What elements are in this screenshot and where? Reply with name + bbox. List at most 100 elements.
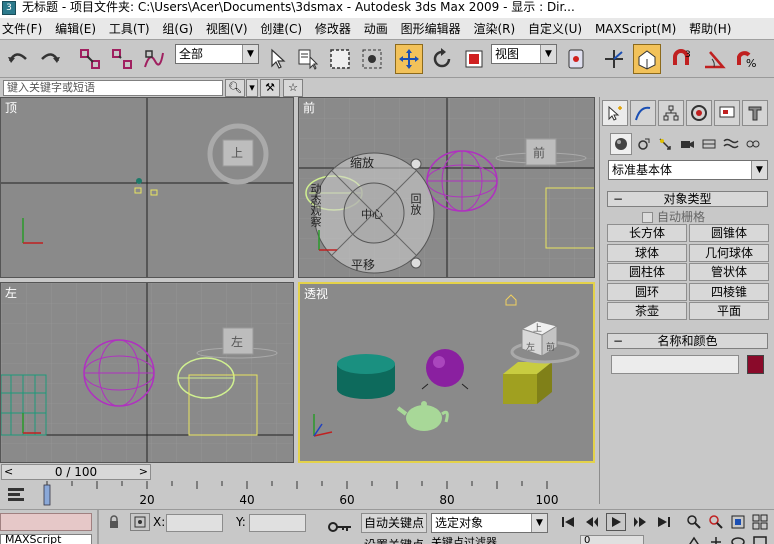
viewport-label-front[interactable]: 前 — [303, 99, 315, 116]
time-slider[interactable]: < 0 / 100 > — [0, 463, 599, 481]
hierarchy-tab-icon[interactable] — [658, 100, 684, 126]
play-icon[interactable] — [606, 513, 626, 531]
modify-tab-icon[interactable] — [630, 100, 656, 126]
auto-key-button[interactable]: 自动关键点 — [361, 513, 427, 533]
search-icon[interactable]: 🔍︎ — [225, 79, 245, 97]
wheel-center-label[interactable]: 中心 — [361, 206, 383, 222]
current-frame-field[interactable]: 0 — [580, 535, 644, 544]
pivot-center-icon[interactable] — [562, 44, 590, 74]
orbit-icon[interactable] — [728, 533, 748, 544]
favorites-star-icon[interactable]: ☆ — [283, 79, 303, 97]
menu-file[interactable]: 文件(F) — [0, 18, 49, 40]
redo-icon[interactable] — [36, 44, 64, 74]
menu-graph-editors[interactable]: 图形编辑器 — [399, 18, 468, 40]
previous-frame-icon[interactable] — [582, 513, 602, 531]
wheel-orbit-label[interactable]: 动态观察 — [307, 183, 323, 227]
teapot-button[interactable]: 茶壶 — [607, 302, 687, 320]
zoom-all-icon[interactable] — [706, 513, 726, 531]
percent-snap-icon[interactable]: % — [732, 44, 760, 74]
create-tab-icon[interactable] — [602, 100, 628, 126]
sphere-button[interactable]: 球体 — [607, 244, 687, 262]
track-bar[interactable]: 20 40 60 80 100 — [0, 481, 774, 509]
geometry-category-icon[interactable] — [610, 133, 632, 155]
select-and-manipulate-icon[interactable] — [600, 44, 628, 74]
object-category-dropdown[interactable]: 标准基本体 ▼ — [608, 160, 768, 180]
viewcube-persp-top-face[interactable]: 上 — [533, 321, 542, 334]
search-dropdown-icon[interactable]: ▾ — [246, 79, 258, 97]
home-icon[interactable] — [505, 294, 517, 306]
select-and-link-icon[interactable] — [76, 44, 104, 74]
communication-center-icon[interactable]: ⚒ — [260, 79, 280, 97]
snaps-toggle-icon[interactable]: 3 — [668, 44, 696, 74]
viewport-perspective[interactable]: 透视 上 左 前 — [298, 282, 595, 463]
bind-to-space-warp-icon[interactable] — [140, 44, 168, 74]
key-icon[interactable] — [326, 518, 354, 536]
lock-selection-icon[interactable] — [104, 513, 124, 531]
zoom-extents-icon[interactable] — [728, 513, 748, 531]
select-and-scale-icon[interactable] — [460, 44, 488, 74]
torus-button[interactable]: 圆环 — [607, 283, 687, 301]
wheel-zoom-label[interactable]: 缩放 — [350, 154, 374, 171]
box-button[interactable]: 长方体 — [607, 224, 687, 242]
viewcube-persp-front-face[interactable]: 前 — [546, 340, 555, 353]
systems-category-icon[interactable] — [742, 133, 764, 155]
display-tab-icon[interactable] — [714, 100, 740, 126]
next-frame-icon[interactable]: > — [139, 465, 148, 479]
plane-button[interactable]: 平面 — [689, 302, 769, 320]
menu-group[interactable]: 组(G) — [160, 18, 200, 40]
object-type-rollout[interactable]: − 对象类型 — [607, 191, 768, 207]
lights-category-icon[interactable] — [654, 133, 676, 155]
go-to-end-icon[interactable] — [654, 513, 674, 531]
keyboard-shortcut-override-icon[interactable] — [633, 44, 661, 74]
cameras-category-icon[interactable] — [676, 133, 698, 155]
absolute-transform-icon[interactable] — [130, 513, 150, 531]
cylinder-button[interactable]: 圆柱体 — [607, 263, 687, 281]
sphere-solid[interactable] — [421, 349, 469, 390]
viewcube-persp-left-face[interactable]: 左 — [526, 340, 535, 353]
menu-maxscript[interactable]: MAXScript(M) — [593, 18, 683, 40]
menu-create[interactable]: 创建(C) — [258, 18, 309, 40]
maxscript-listener-pink[interactable] — [0, 513, 92, 531]
rectangular-selection-icon[interactable] — [326, 44, 354, 74]
curve-editor-mini-icon[interactable] — [6, 485, 28, 503]
select-and-rotate-icon[interactable] — [428, 44, 456, 74]
auto-grid-checkbox[interactable]: 自动栅格 — [642, 208, 705, 225]
maxscript-listener-white[interactable]: MAXScript — [0, 534, 92, 544]
pan-view-icon[interactable] — [706, 533, 726, 544]
cone-button[interactable]: 圆锥体 — [689, 224, 769, 242]
tube-button[interactable]: 管状体 — [689, 263, 769, 281]
menu-help[interactable]: 帮助(H) — [687, 18, 738, 40]
y-coordinate-field[interactable] — [249, 514, 306, 532]
menu-animation[interactable]: 动画 — [362, 18, 395, 40]
go-to-start-icon[interactable] — [558, 513, 578, 531]
geosphere-button[interactable]: 几何球体 — [689, 244, 769, 262]
select-object-icon[interactable] — [264, 44, 292, 74]
timeline-ruler[interactable]: 20 40 60 80 100 — [42, 481, 600, 509]
selection-filter-dropdown[interactable]: 全部 ▼ — [175, 44, 259, 64]
field-of-view-icon[interactable] — [684, 533, 704, 544]
viewport-label-perspective[interactable]: 透视 — [304, 285, 328, 302]
viewcube-front-face[interactable]: 前 — [533, 144, 545, 161]
viewcube-left-face[interactable]: 左 — [231, 333, 243, 350]
viewport-label-top[interactable]: 顶 — [5, 99, 17, 116]
sphere-wireframe-front[interactable] — [426, 150, 498, 212]
space-warps-category-icon[interactable] — [720, 133, 742, 155]
pyramid-button[interactable]: 四棱锥 — [689, 283, 769, 301]
object-color-swatch[interactable] — [747, 355, 764, 374]
wheel-rewind-label[interactable]: 回放 — [407, 193, 423, 215]
window-crossing-icon[interactable] — [358, 44, 386, 74]
viewcube-top-face[interactable]: 上 — [231, 144, 243, 161]
key-mode-dropdown[interactable]: 选定对象 ▼ — [431, 513, 548, 533]
viewport-front[interactable]: 前 前 缩放 动态观察 中心 回放 平移 — [298, 97, 595, 278]
maximize-viewport-icon[interactable] — [750, 533, 770, 544]
menu-views[interactable]: 视图(V) — [204, 18, 255, 40]
time-slider-thumb[interactable]: < 0 / 100 > — [1, 464, 151, 480]
next-frame-icon[interactable] — [630, 513, 650, 531]
menu-tools[interactable]: 工具(T) — [107, 18, 157, 40]
object-name-field[interactable] — [611, 355, 739, 374]
menu-modifiers[interactable]: 修改器 — [313, 18, 358, 40]
zoom-icon[interactable] — [684, 513, 704, 531]
select-by-name-icon[interactable] — [294, 44, 322, 74]
shapes-category-icon[interactable] — [632, 133, 654, 155]
zoom-extents-all-icon[interactable] — [750, 513, 770, 531]
